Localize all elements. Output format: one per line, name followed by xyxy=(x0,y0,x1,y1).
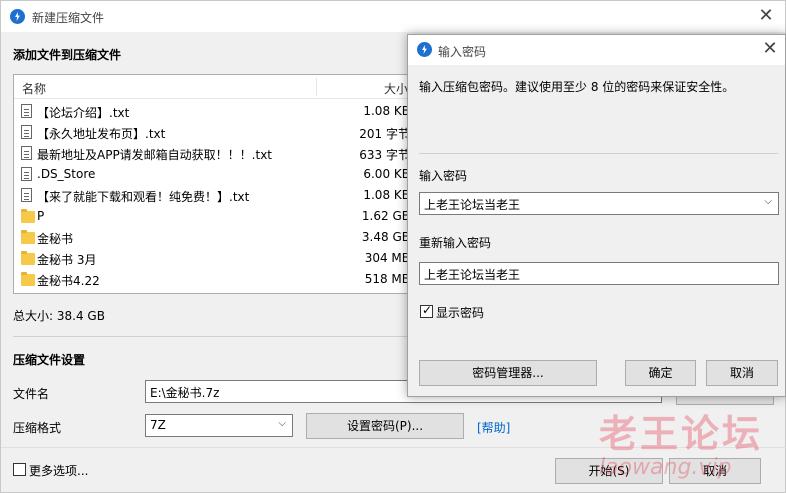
folder-icon xyxy=(21,251,35,265)
file-size: 3.48 GB xyxy=(361,230,410,244)
help-link[interactable]: [帮助] xyxy=(477,419,510,436)
file-list[interactable]: 名称 大小 【论坛介绍】.txt 1.08 KB 【永久地址发布页】.txt 201 … xyxy=(13,74,417,294)
format-select-value: 7Z xyxy=(150,418,166,432)
file-icon xyxy=(21,167,32,181)
ok-button[interactable]: 确定 xyxy=(625,360,696,386)
file-row[interactable]: 【论坛介绍】.txt 1.08 KB xyxy=(14,101,416,122)
main-window-title: 新建压缩文件 xyxy=(32,11,105,25)
dialog-description: 输入压缩包密码。建议使用至少 8 位的密码来保证安全性。 xyxy=(419,80,735,94)
set-password-button[interactable]: 设置密码(P)... xyxy=(306,413,464,439)
password-input[interactable]: 上老王论坛当老王 ⌵ xyxy=(419,192,779,215)
password-dialog: 输入密码 ✕ 输入压缩包密码。建议使用至少 8 位的密码来保证安全性。 输入密码… xyxy=(407,34,786,397)
folder-icon xyxy=(21,272,35,286)
file-name: 【永久地址发布页】.txt xyxy=(37,127,166,141)
password-label: 输入密码 xyxy=(419,169,468,183)
file-icon xyxy=(21,125,32,139)
column-header-name[interactable]: 名称 xyxy=(22,80,46,97)
folder-icon xyxy=(21,230,35,244)
settings-heading: 压缩文件设置 xyxy=(13,353,86,367)
file-icon xyxy=(21,188,32,202)
file-row[interactable]: 金秘书 3.48 GB xyxy=(14,227,416,248)
file-name: 【论坛介绍】.txt xyxy=(37,106,130,120)
file-size: 518 MB xyxy=(364,272,410,286)
cancel-button[interactable]: 取消 xyxy=(669,458,761,484)
dialog-title: 输入密码 xyxy=(438,45,487,59)
file-name: .DS_Store xyxy=(37,167,96,181)
file-name: 【来了就能下载和观看！纯免费！】.txt xyxy=(37,190,250,204)
divider xyxy=(1,447,786,448)
file-size: 304 MB xyxy=(364,251,410,265)
file-name: 金秘书 3月 xyxy=(37,253,97,267)
total-size-label: 总大小: 38.4 GB xyxy=(13,309,105,323)
file-row[interactable]: 金秘书4.22 518 MB xyxy=(14,269,416,290)
close-icon[interactable]: ✕ xyxy=(759,39,781,59)
file-name: 最新地址及APP请发邮箱自动获取！！！.txt xyxy=(37,148,273,162)
format-select[interactable]: 7Z ⌵ xyxy=(145,414,293,437)
filename-label: 文件名 xyxy=(13,387,50,401)
file-size: 6.00 KB xyxy=(363,167,410,181)
password-input-value: 上老王论坛当老王 xyxy=(424,198,521,212)
file-size: 633 字节 xyxy=(359,148,410,162)
file-row[interactable]: 【永久地址发布页】.txt 201 字节 xyxy=(14,122,416,143)
column-header-size[interactable]: 大小 xyxy=(384,80,408,97)
show-password-checkbox[interactable] xyxy=(420,303,433,318)
file-row[interactable]: .DS_Store 6.00 KB xyxy=(14,164,416,185)
reenter-password-label: 重新输入密码 xyxy=(419,236,492,250)
divider xyxy=(419,153,778,154)
file-row[interactable]: P 1.62 GB xyxy=(14,206,416,227)
file-size: 1.08 KB xyxy=(363,104,410,118)
file-row[interactable]: 最新地址及APP请发邮箱自动获取！！！.txt 633 字节 xyxy=(14,143,416,164)
dialog-titlebar: 输入密码 ✕ xyxy=(408,35,785,65)
file-row[interactable]: 【来了就能下载和观看！纯免费！】.txt 1.08 KB xyxy=(14,185,416,206)
file-name: 金秘书 xyxy=(37,232,74,246)
file-size: 201 字节 xyxy=(359,127,410,141)
more-options-label[interactable]: 更多选项... xyxy=(29,462,88,479)
column-divider[interactable] xyxy=(316,78,317,96)
start-button[interactable]: 开始(S) xyxy=(555,458,663,484)
file-icon xyxy=(21,146,32,160)
file-list-header: 名称 大小 xyxy=(14,75,416,99)
chevron-down-icon: ⌵ xyxy=(278,418,286,429)
app-logo-icon xyxy=(10,9,25,24)
file-name: P xyxy=(37,209,45,223)
file-size: 1.62 GB xyxy=(361,209,410,223)
file-row[interactable]: 金秘书 3月 304 MB xyxy=(14,248,416,269)
folder-icon xyxy=(21,209,35,223)
show-password-label[interactable]: 显示密码 xyxy=(436,304,484,321)
chevron-down-icon[interactable]: ⌵ xyxy=(764,196,772,207)
format-label: 压缩格式 xyxy=(13,421,62,435)
more-options-checkbox[interactable] xyxy=(13,463,26,476)
file-name: 金秘书4.22 xyxy=(37,274,100,288)
main-titlebar: 新建压缩文件 ✕ xyxy=(1,1,785,32)
reenter-password-input[interactable]: 上老王论坛当老王 xyxy=(419,262,779,285)
password-manager-button[interactable]: 密码管理器... xyxy=(419,360,597,386)
close-icon[interactable]: ✕ xyxy=(755,6,777,26)
file-icon xyxy=(21,104,32,118)
app-logo-icon xyxy=(417,42,432,57)
dialog-cancel-button[interactable]: 取消 xyxy=(706,360,778,386)
add-files-heading: 添加文件到压缩文件 xyxy=(13,48,122,62)
file-size: 1.08 KB xyxy=(363,188,410,202)
